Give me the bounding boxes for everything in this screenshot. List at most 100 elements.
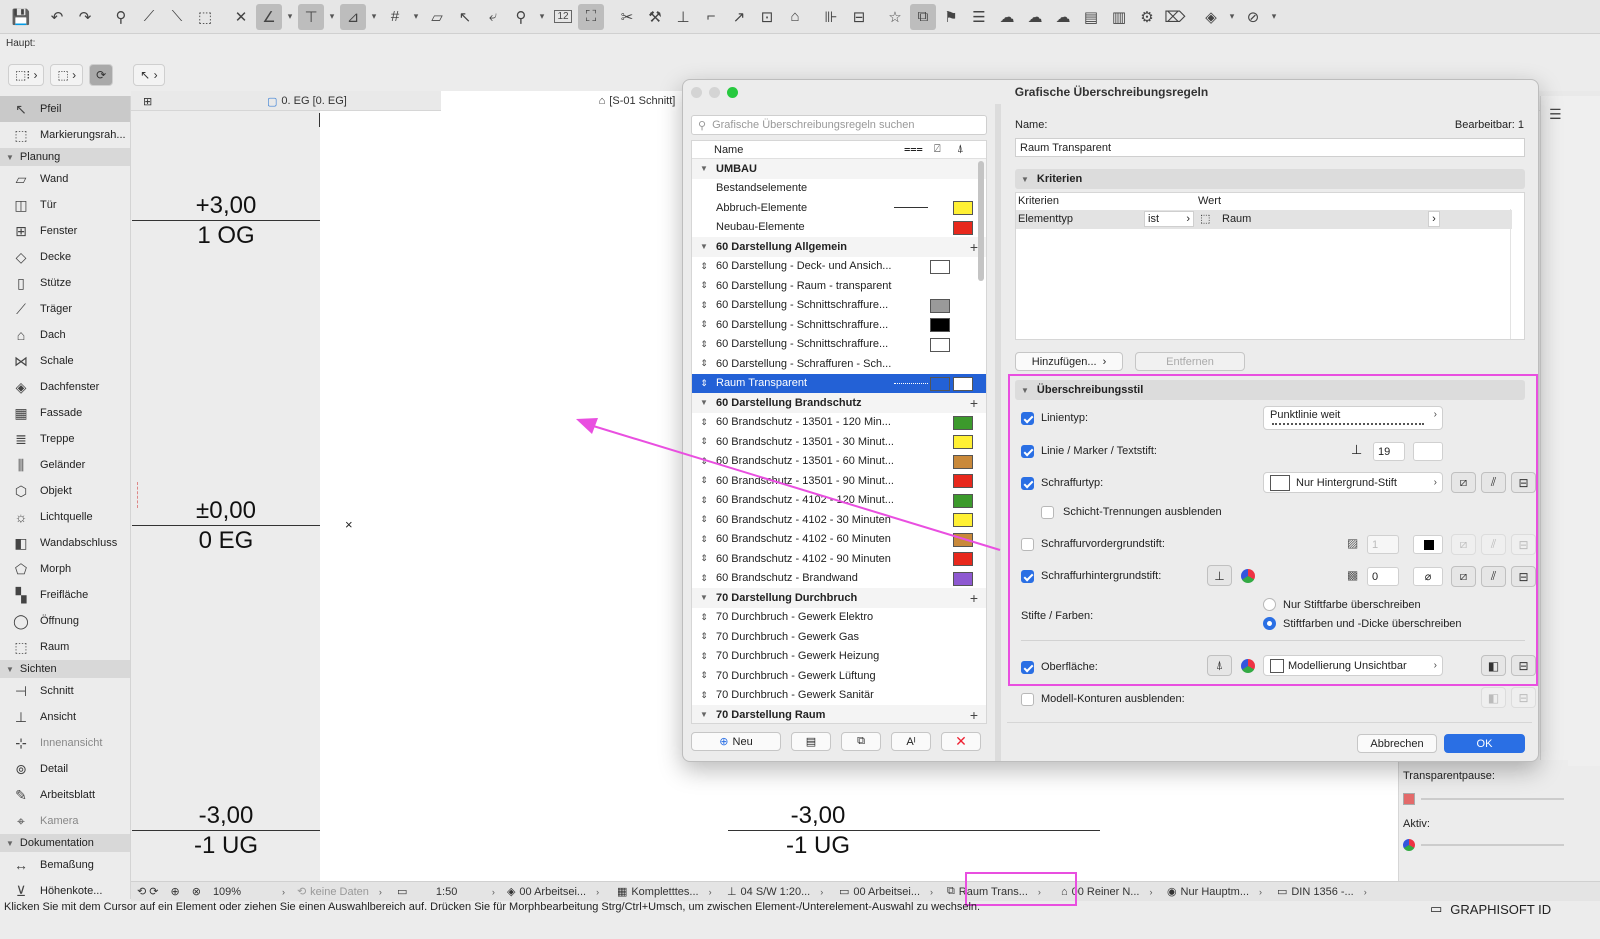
rule-row[interactable]: ⇕ 60 Brandschutz - 4102 - 90 Minuten [692, 549, 986, 569]
render-icon[interactable]: ◈ [1198, 4, 1224, 30]
chevron-down-icon[interactable]: ▼ [696, 710, 712, 719]
rule-search-input[interactable]: ⚲ Grafische Überschreibungsregeln suchen [691, 115, 987, 135]
tool-item[interactable]: ▯ Stütze [0, 270, 130, 296]
tool-item[interactable]: ⊚ Detail [0, 756, 130, 782]
cloud-icon[interactable]: ☁ [994, 4, 1020, 30]
tool-item[interactable]: ⬠ Morph [0, 556, 130, 582]
chevron-down-icon[interactable]: ▾ [368, 4, 380, 30]
tool-item[interactable]: ⊣ Schnitt [0, 678, 130, 704]
magic-wand-icon[interactable]: ⚲ [108, 4, 134, 30]
pane-splitter[interactable] [995, 104, 1001, 761]
pen-set-field[interactable]: ⊥ 04 S/W 1:20... › [721, 882, 833, 902]
marquee-method-button[interactable]: ⬚ › [50, 64, 84, 86]
remove-criterion-button[interactable]: Entfernen [1135, 352, 1245, 371]
rule-row[interactable]: ⇕ 60 Brandschutz - 4102 - 30 Minuten [692, 510, 986, 530]
tool-item[interactable]: ⫼ Geländer [0, 452, 130, 478]
tool-item[interactable]: ◫ Tür [0, 192, 130, 218]
tool-item[interactable]: ⌖ Kamera [0, 808, 130, 834]
rule-row[interactable]: ⇕ 60 Brandschutz - 13501 - 120 Min... [692, 413, 986, 433]
rule-row[interactable]: Abbruch-Elemente [692, 198, 986, 218]
arrow-icon[interactable]: ⊘ [1240, 4, 1266, 30]
new-folder-button[interactable]: ▤ [791, 732, 831, 751]
zoom-fit-icon[interactable]: ⊗ [186, 882, 207, 902]
rule-row[interactable]: ⇕ 60 Brandschutz - 13501 - 30 Minut... [692, 432, 986, 452]
report-icon[interactable]: ▤ [1078, 4, 1104, 30]
tool-item[interactable]: ⋈ Schale [0, 348, 130, 374]
rule-row[interactable]: ⇕ 70 Durchbruch - Gewerk Gas [692, 627, 986, 647]
brand-label[interactable]: GRAPHISOFT ID [1450, 902, 1551, 917]
transform-icon[interactable]: ⬚ [192, 4, 218, 30]
tool-item[interactable]: ⊥ Ansicht [0, 704, 130, 730]
reorder-handle-icon[interactable]: ⇕ [696, 436, 712, 447]
rule-row[interactable]: ⇕ 70 Durchbruch - Gewerk Lüftung [692, 666, 986, 686]
rule-name-input[interactable]: Raum Transparent [1015, 138, 1525, 157]
rule-row[interactable]: ⇕ Raum Transparent [692, 373, 986, 393]
tool-item[interactable]: ☼ Lichtquelle [0, 504, 130, 530]
split-icon[interactable]: ⊡ [754, 4, 780, 30]
tool-item[interactable]: ⊹ Innenansicht [0, 730, 130, 756]
rename-button[interactable]: Aᴵ [891, 732, 931, 751]
scale-field[interactable]: ▭ 1:50 › [391, 882, 501, 902]
fit-icon[interactable]: ⛶ [578, 3, 604, 30]
rule-row[interactable]: ⇕ 70 Durchbruch - Gewerk Sanitär [692, 686, 986, 706]
rule-row[interactable]: ⇕ 60 Darstellung - Schnittschraffure... [692, 296, 986, 316]
tag-icon[interactable]: ⌦ [1162, 4, 1188, 30]
chevron-down-icon[interactable]: ▾ [1268, 4, 1280, 30]
angle-guide-icon[interactable]: ∠ [256, 3, 282, 30]
tool-item[interactable]: ▚ Freifläche [0, 582, 130, 608]
chevron-down-icon[interactable]: ▾ [284, 4, 296, 30]
syringe-icon[interactable]: ⟍ [164, 4, 190, 30]
add-criterion-button[interactable]: Hinzufügen... › [1015, 352, 1123, 371]
criteria-operator[interactable]: ist › [1144, 211, 1194, 227]
tool-item[interactable]: ⊻ Höhenkote... [0, 878, 130, 899]
cloud-sync-icon[interactable]: ☁ [1050, 4, 1076, 30]
settings-icon[interactable]: ⚙ [1134, 4, 1160, 30]
rule-row[interactable]: ⇕ 60 Brandschutz - 4102 - 120 Minut... [692, 491, 986, 511]
ok-button[interactable]: OK [1444, 734, 1525, 753]
rule-row[interactable]: ⇕ 70 Durchbruch - Gewerk Elektro [692, 608, 986, 628]
reorder-handle-icon[interactable]: ⇕ [696, 300, 712, 311]
offset-icon[interactable]: ↗ [726, 4, 752, 30]
model-view-field[interactable]: ▦ Kompletttes... › [611, 882, 721, 902]
transparent-slider[interactable] [1403, 792, 1564, 806]
zoom-in-icon[interactable]: ⊕ [165, 882, 186, 902]
contour-section-icon[interactable]: ⊟ [1511, 687, 1536, 708]
rule-group-row[interactable]: ▼ 70 Darstellung Durchbruch + [692, 588, 986, 608]
rule-row[interactable]: ⇕ 60 Darstellung - Raum - transparent [692, 276, 986, 296]
reorder-handle-icon[interactable]: ⇕ [696, 631, 712, 642]
flag-icon[interactable]: ⚑ [938, 4, 964, 30]
rule-group-row[interactable]: ▼ 60 Darstellung Brandschutz + [692, 393, 986, 413]
palette-group-2[interactable]: Dokumentation [0, 834, 130, 852]
tool-item[interactable]: ≣ Treppe [0, 426, 130, 452]
tab-overview-icon[interactable]: ⊞ [135, 91, 163, 111]
pin-icon[interactable]: ⚲ [508, 4, 534, 30]
tool-markierungsrahmen[interactable]: ⬚ Markierungsrah... [0, 122, 130, 148]
rule-group-row[interactable]: ▼ UMBAU [692, 159, 986, 179]
reorder-handle-icon[interactable]: ⇕ [696, 534, 712, 545]
chevron-down-icon[interactable]: ▾ [536, 4, 548, 30]
rule-group-row[interactable]: ▼ 60 Darstellung Allgemein + [692, 237, 986, 257]
reorder-handle-icon[interactable]: ⇕ [696, 417, 712, 428]
book-icon[interactable]: ▥ [1106, 4, 1132, 30]
reorder-handle-icon[interactable]: ⇕ [696, 573, 712, 584]
rule-row[interactable]: ⇕ 60 Darstellung - Schraffuren - Sch... [692, 354, 986, 374]
panel-menu-icon[interactable]: ☰ [1549, 106, 1562, 123]
dimension-icon[interactable]: ⊪ [818, 4, 844, 30]
guide-icon[interactable]: ⊿ [340, 3, 366, 30]
reorder-handle-icon[interactable]: ⇕ [696, 670, 712, 681]
chevron-down-icon[interactable]: ▾ [1226, 4, 1238, 30]
criteria-section[interactable]: Kriterien [1015, 169, 1525, 189]
tool-item[interactable]: ◈ Dachfenster [0, 374, 130, 400]
reorder-handle-icon[interactable]: ⇕ [696, 553, 712, 564]
redo-icon[interactable]: ↷ [72, 4, 98, 30]
pointer-icon[interactable]: ⤶ [480, 4, 506, 30]
rule-row[interactable]: ⇕ 60 Darstellung - Schnittschraffure... [692, 315, 986, 335]
cloud-check-icon[interactable]: ☁ [1022, 4, 1048, 30]
override-icon[interactable]: ⧉ [910, 3, 936, 30]
tool-pfeil[interactable]: ↖ Pfeil [0, 96, 130, 122]
grid-icon[interactable]: # [382, 4, 408, 30]
active-control[interactable] [1403, 838, 1564, 852]
model-contour-checkbox[interactable] [1021, 693, 1034, 706]
rule-list-scrollbar[interactable] [978, 161, 984, 281]
reorder-handle-icon[interactable]: ⇕ [696, 495, 712, 506]
